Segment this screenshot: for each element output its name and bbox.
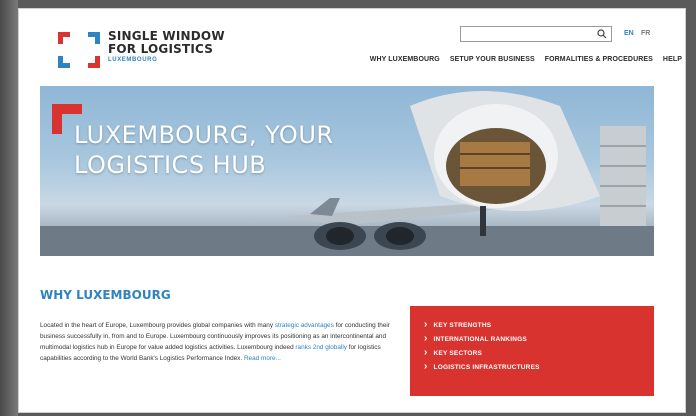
chevron-right-icon: › bbox=[424, 347, 428, 358]
page-shadow bbox=[0, 0, 18, 416]
nav-setup-business[interactable]: SETUP YOUR BUSINESS bbox=[450, 56, 535, 63]
logo-title-line2: FOR LOGISTICS bbox=[108, 42, 214, 56]
key-sectors-link[interactable]: › KEY SECTORS bbox=[424, 346, 640, 360]
section-title: WHY LUXEMBOURG bbox=[40, 288, 171, 302]
logo-subtitle: LUXEMBOURG bbox=[108, 57, 158, 63]
search-icon[interactable] bbox=[597, 29, 607, 39]
ranks-link[interactable]: ranks 2nd globally bbox=[295, 344, 347, 351]
lang-en-link[interactable]: EN bbox=[624, 30, 634, 37]
logistics-infrastructures-link[interactable]: › LOGISTICS INFRASTRUCTURES bbox=[424, 360, 640, 374]
chevron-right-icon: › bbox=[424, 361, 428, 372]
read-more-link[interactable]: Read more... bbox=[244, 355, 281, 362]
quick-link-label: KEY SECTORS bbox=[433, 349, 483, 357]
nav-why-luxembourg[interactable]: WHY LUXEMBOURG bbox=[370, 56, 440, 63]
quick-links-panel: › KEY STRENGTHS › INTERNATIONAL RANKINGS… bbox=[410, 306, 654, 396]
hero-title-line2: LOGISTICS HUB bbox=[74, 151, 267, 179]
quick-link-label: LOGISTICS INFRASTRUCTURES bbox=[433, 363, 540, 371]
chevron-right-icon: › bbox=[424, 333, 428, 344]
international-rankings-link[interactable]: › INTERNATIONAL RANKINGS bbox=[424, 332, 640, 346]
key-strengths-link[interactable]: › KEY STRENGTHS bbox=[424, 318, 640, 332]
chevron-right-icon: › bbox=[424, 319, 428, 330]
strategic-advantages-link[interactable]: strategic advantages bbox=[275, 322, 334, 329]
quick-link-label: INTERNATIONAL RANKINGS bbox=[433, 335, 527, 343]
hero-title: LUXEMBOURG, YOUR LOGISTICS HUB bbox=[74, 120, 334, 180]
paragraph-text-start: Located in the heart of Europe, Luxembou… bbox=[40, 322, 275, 329]
nav-help[interactable]: HELP bbox=[663, 56, 682, 63]
nav-formalities[interactable]: FORMALITIES & PROCEDURES bbox=[545, 56, 653, 63]
section-paragraph: Located in the heart of Europe, Luxembou… bbox=[40, 320, 400, 364]
hero-title-line1: LUXEMBOURG, YOUR bbox=[74, 121, 334, 149]
quick-link-label: KEY STRENGTHS bbox=[433, 321, 492, 329]
hero-banner: LUXEMBOURG, YOUR LOGISTICS HUB bbox=[40, 86, 654, 256]
site-logo[interactable]: SINGLE WINDOW FOR LOGISTICS LUXEMBOURG bbox=[56, 26, 246, 76]
main-nav: WHY LUXEMBOURG SETUP YOUR BUSINESS FORMA… bbox=[370, 56, 682, 63]
lang-fr-link[interactable]: FR bbox=[641, 30, 650, 37]
search-input[interactable] bbox=[460, 26, 612, 42]
logo-mark-icon bbox=[58, 32, 100, 68]
